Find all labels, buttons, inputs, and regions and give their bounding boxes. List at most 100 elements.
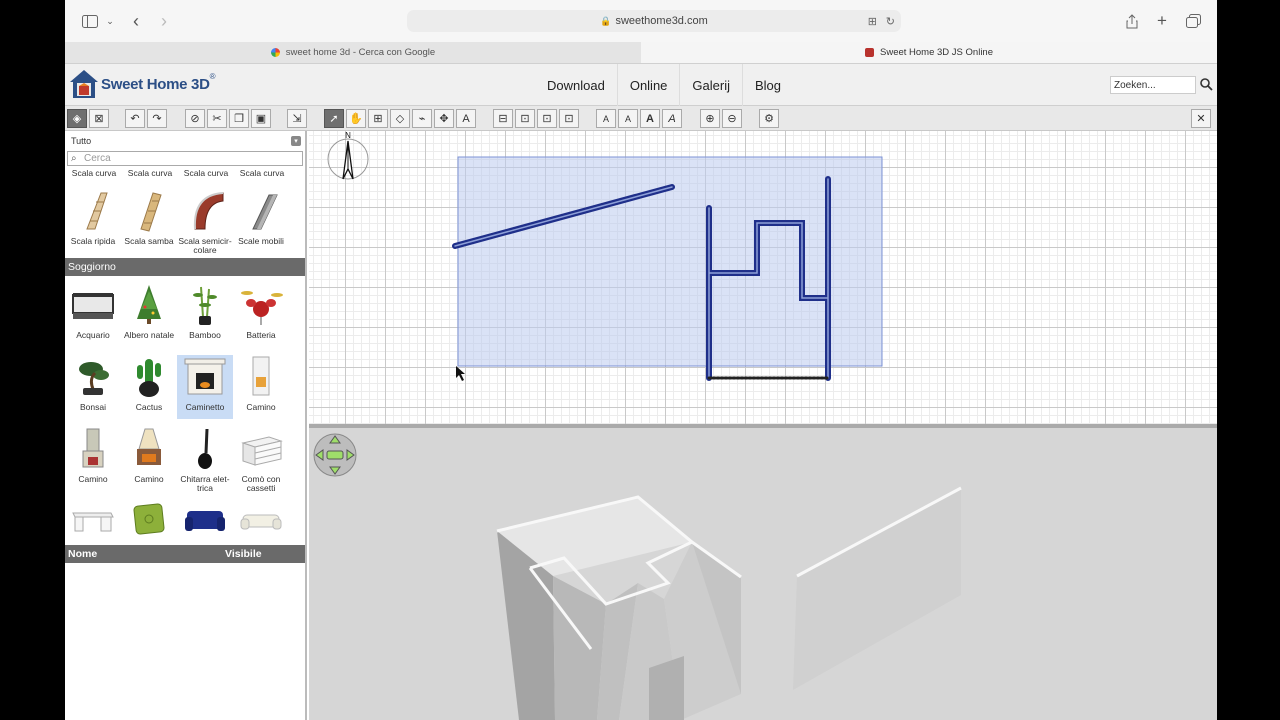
- zoom-out-icon[interactable]: ⊖: [722, 109, 742, 128]
- catalog-item[interactable]: Bamboo: [177, 283, 233, 340]
- category-select[interactable]: Tutto ▾: [67, 133, 303, 149]
- dresser-icon: [239, 427, 283, 471]
- catalog-item[interactable]: Camino: [233, 355, 289, 412]
- furniture-table-header: Nome Visibile: [65, 545, 305, 563]
- item-label: Camino: [134, 474, 164, 484]
- group-icon[interactable]: ⊡: [537, 109, 557, 128]
- reload-icon[interactable]: ↻: [886, 15, 895, 28]
- catalog-item[interactable]: [121, 501, 177, 549]
- item-label: Batteria: [246, 330, 276, 340]
- increase-text-size-icon[interactable]: A: [596, 109, 616, 128]
- catalog-item-label[interactable]: Scala curva: [234, 169, 290, 178]
- logo[interactable]: Sweet Home 3D ®: [69, 69, 216, 99]
- tab-sweethome3d[interactable]: Sweet Home 3D JS Online: [641, 42, 1217, 63]
- italic-icon[interactable]: A: [662, 109, 682, 128]
- search-icon[interactable]: [1200, 78, 1213, 94]
- catalog-item-label[interactable]: Scala curva: [178, 169, 234, 178]
- chevron-down-icon[interactable]: ⌄: [105, 12, 115, 30]
- cut-icon[interactable]: ✂: [207, 109, 227, 128]
- stair-steep-icon: [71, 189, 115, 233]
- sidebar-toggle-icon[interactable]: [81, 12, 99, 30]
- pan-mode-icon[interactable]: ✋: [346, 109, 366, 128]
- tab-overview-icon[interactable]: [1185, 12, 1201, 30]
- redo-icon[interactable]: ↷: [147, 109, 167, 128]
- column-header-visible[interactable]: Visibile: [225, 548, 262, 560]
- catalog-item-selected[interactable]: Caminetto: [177, 355, 233, 419]
- create-dimensions-icon[interactable]: ✥: [434, 109, 454, 128]
- item-label: Bamboo: [189, 330, 221, 340]
- zoom-in-icon[interactable]: ⊕: [700, 109, 720, 128]
- catalog-item[interactable]: Scala ripida: [65, 189, 121, 246]
- plan-canvas[interactable]: N: [309, 131, 1217, 424]
- translate-icon[interactable]: ⊞: [868, 15, 877, 28]
- back-icon[interactable]: ‹: [129, 11, 143, 31]
- catalog-section-header[interactable]: Soggiorno: [65, 258, 305, 276]
- desk-icon: [71, 501, 115, 545]
- share-icon[interactable]: [1125, 12, 1139, 30]
- catalog-item[interactable]: Scala samba: [121, 189, 177, 246]
- create-photo-icon[interactable]: ⚙: [759, 109, 779, 128]
- undo-icon[interactable]: ↶: [125, 109, 145, 128]
- nav-download[interactable]: Download: [535, 64, 617, 106]
- 3d-walls: [496, 486, 962, 720]
- tab-google-search[interactable]: sweet home 3d - Cerca con Google: [65, 42, 641, 63]
- add-furniture-icon[interactable]: ⇲: [287, 109, 307, 128]
- catalog-search-input[interactable]: ⌕ Cerca: [67, 151, 303, 166]
- ungroup-icon[interactable]: ⊡: [559, 109, 579, 128]
- decrease-text-size-icon[interactable]: A: [618, 109, 638, 128]
- forward-icon[interactable]: ›: [157, 11, 171, 31]
- catalog-item[interactable]: Cactus: [121, 355, 177, 412]
- create-rooms-icon[interactable]: ◇: [390, 109, 410, 128]
- catalog-item[interactable]: [177, 501, 233, 549]
- preferences-icon[interactable]: ✕: [1191, 109, 1211, 128]
- item-label: Scale mobili: [238, 236, 284, 246]
- new-tab-icon[interactable]: +: [1155, 11, 1169, 30]
- catalog-item[interactable]: Camino: [121, 427, 177, 484]
- catalog-item[interactable]: [65, 501, 121, 549]
- bold-icon[interactable]: A: [640, 109, 660, 128]
- catalog-item[interactable]: Bonsai: [65, 355, 121, 412]
- tab-label: sweet home 3d - Cerca con Google: [285, 47, 436, 58]
- site-nav: Download Online Galerij Blog: [535, 64, 793, 106]
- nav-galerij[interactable]: Galerij: [679, 64, 742, 106]
- create-polylines-icon[interactable]: ⌁: [412, 109, 432, 128]
- catalog-item[interactable]: Camino: [65, 427, 121, 484]
- fireplace-icon: [183, 355, 227, 399]
- catalog-item-label[interactable]: Scala curva: [122, 169, 178, 178]
- column-header-name[interactable]: Nome: [68, 548, 225, 560]
- catalog-item-label[interactable]: Scala curva: [66, 169, 122, 178]
- modify-icon[interactable]: ⊡: [515, 109, 535, 128]
- paste-icon[interactable]: ▣: [251, 109, 271, 128]
- catalog-item[interactable]: Albero natale: [121, 283, 177, 340]
- 3d-view-icon[interactable]: ⊠: [89, 109, 109, 128]
- 3d-view[interactable]: [309, 428, 1217, 720]
- nav-online[interactable]: Online: [616, 64, 680, 106]
- navigation-arrows-icon: [313, 433, 357, 477]
- plan-view[interactable]: N: [309, 131, 1217, 424]
- import-background-icon[interactable]: ⊟: [493, 109, 513, 128]
- item-label: Cactus: [135, 402, 163, 412]
- catalog-item[interactable]: Comò con cassetti: [233, 427, 289, 493]
- catalog-item[interactable]: Scala semicir-colare: [177, 189, 233, 255]
- catalog-item[interactable]: Acquario: [65, 283, 121, 340]
- site-search-input[interactable]: Zoeken...: [1110, 76, 1196, 94]
- item-label: Chitarra elet-trica: [180, 474, 230, 493]
- create-walls-icon[interactable]: ⊞: [368, 109, 388, 128]
- copy-icon[interactable]: ❐: [229, 109, 249, 128]
- catalog-item[interactable]: Scale mobili: [233, 189, 289, 246]
- catalog-search-placeholder: Cerca: [84, 153, 111, 164]
- catalog-item[interactable]: Batteria: [233, 283, 289, 340]
- catalog-item[interactable]: Chitarra elet-trica: [177, 427, 233, 493]
- plan-view-icon[interactable]: ◈: [67, 109, 87, 128]
- select-mode-icon[interactable]: ➚: [324, 109, 344, 128]
- delete-icon[interactable]: ⊘: [185, 109, 205, 128]
- stair-semicircular-icon: [183, 189, 227, 233]
- catalog-item[interactable]: [233, 501, 289, 549]
- 3d-canvas[interactable]: [309, 428, 1217, 720]
- tab-label: Sweet Home 3D JS Online: [880, 47, 993, 58]
- url-text: sweethome3d.com: [615, 15, 708, 27]
- cactus-icon: [127, 355, 171, 399]
- address-bar[interactable]: 🔒 sweethome3d.com ⊞ ↻: [407, 10, 901, 32]
- add-text-icon[interactable]: A: [456, 109, 476, 128]
- nav-blog[interactable]: Blog: [741, 64, 793, 106]
